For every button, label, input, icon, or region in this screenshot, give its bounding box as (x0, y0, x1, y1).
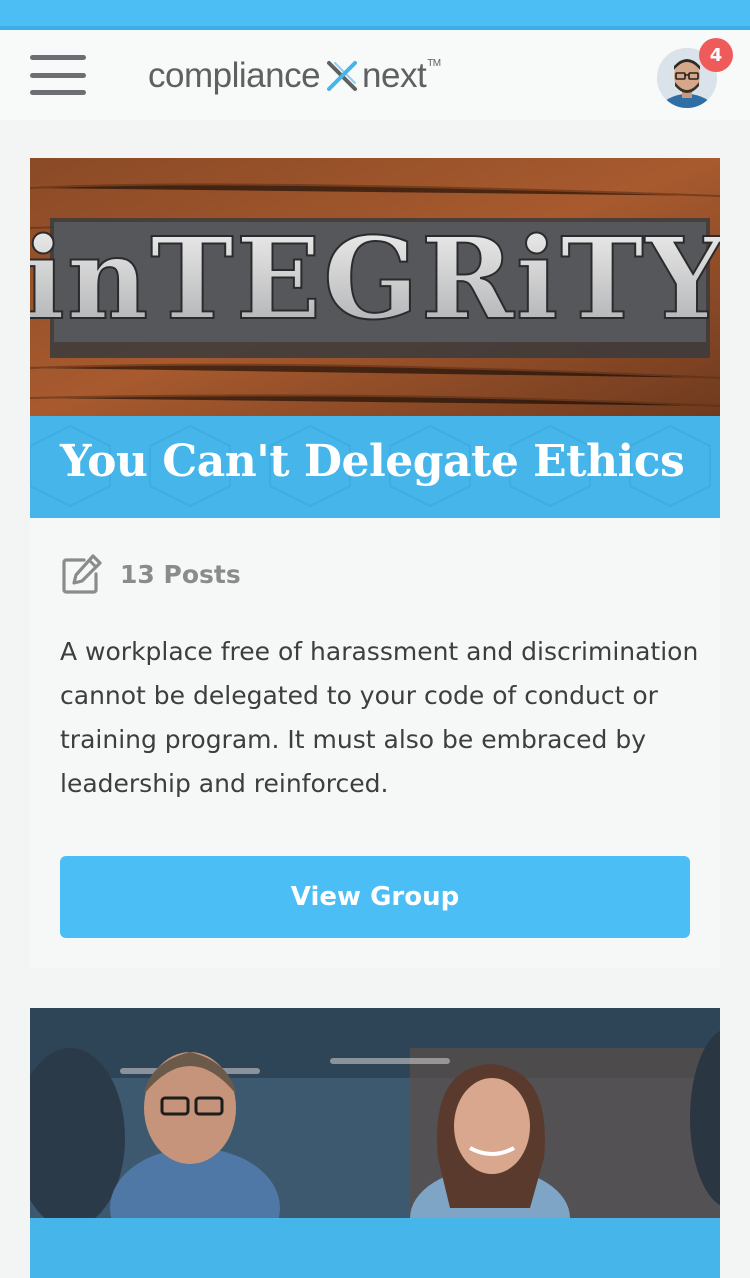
logo-trademark: TM (427, 58, 441, 69)
group-hero-image: inTEGRiTY (30, 158, 720, 416)
edit-posts-icon (62, 554, 102, 594)
app-header: compliance next TM 4 (0, 30, 750, 120)
logo-text-right: next (362, 56, 427, 95)
user-avatar-button[interactable]: 4 (655, 38, 733, 112)
compliance-next-logo[interactable]: compliance next TM (148, 54, 441, 98)
card-title-band: You Can't Delegate Ethics (30, 416, 720, 518)
top-accent-bar (0, 0, 750, 30)
group-hero-image (30, 1008, 720, 1218)
hamburger-menu-icon[interactable] (30, 55, 86, 95)
group-card: inTEGRiTY You Can't Delegate Ethics 13 P… (30, 158, 720, 968)
hero-word: inTEGRiTY (30, 214, 720, 345)
group-description: A workplace free of harassment and discr… (60, 637, 699, 798)
card-title[interactable]: You Can't Delegate Ethics (60, 436, 685, 487)
notification-badge[interactable]: 4 (699, 38, 733, 72)
logo-x-icon (327, 61, 358, 91)
view-group-button[interactable]: View Group (60, 856, 690, 938)
posts-count-label: 13 Posts (120, 559, 241, 589)
logo-text-left: compliance (148, 56, 321, 95)
posts-count: 13 Posts (60, 552, 241, 596)
card-title-band (30, 1218, 720, 1278)
group-card (30, 1008, 720, 1278)
